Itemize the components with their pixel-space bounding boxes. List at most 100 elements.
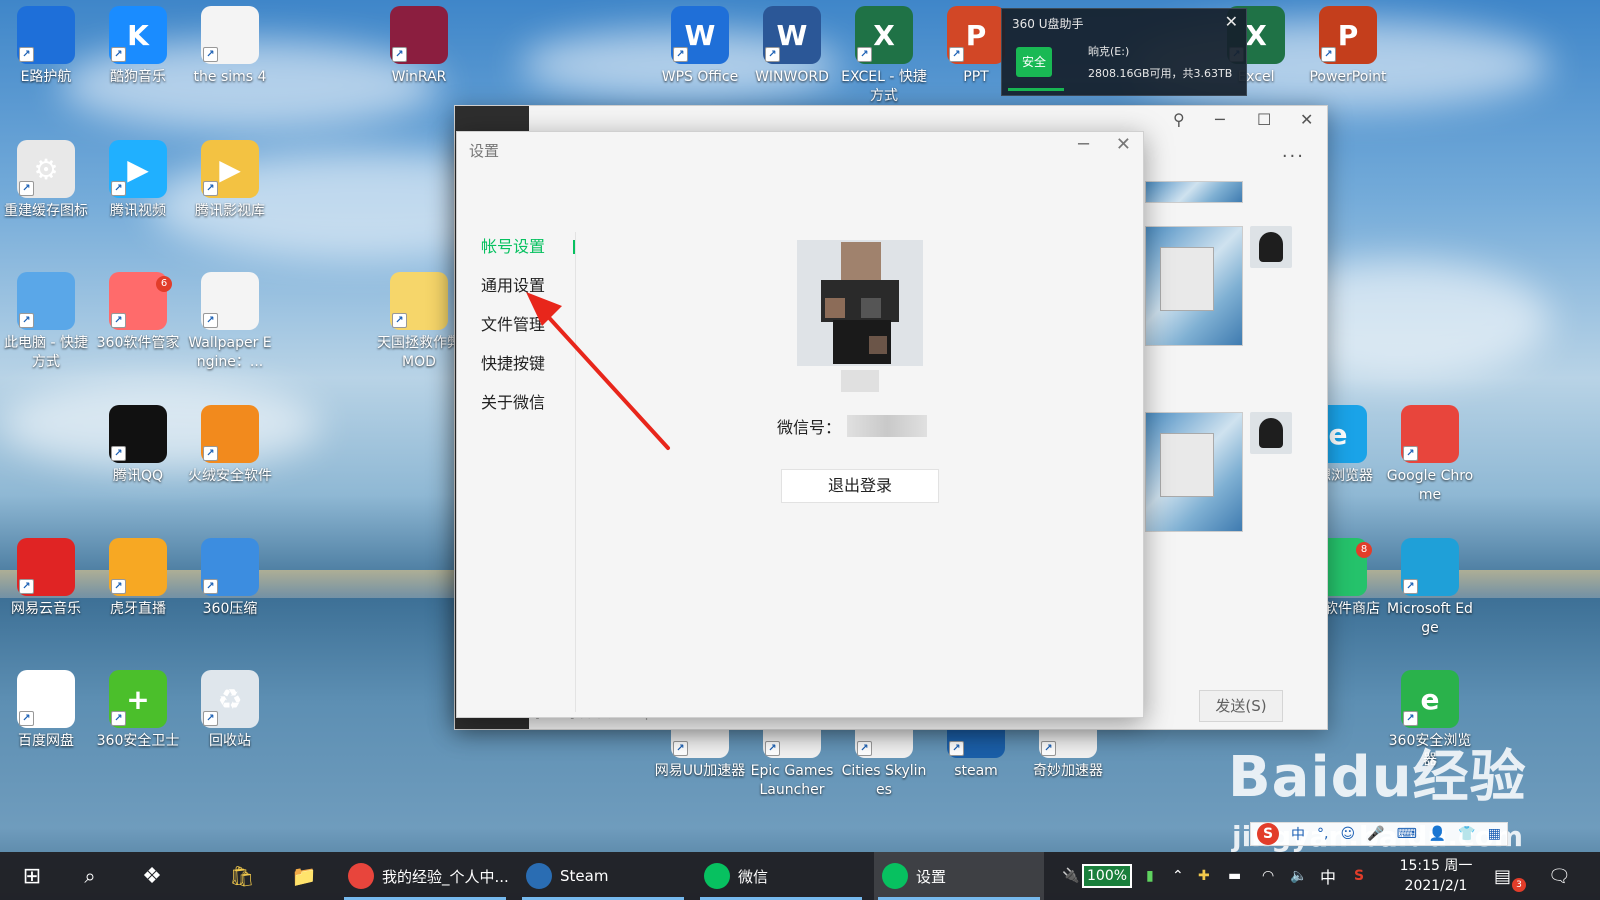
more-icon[interactable]: ··· <box>1282 146 1305 167</box>
desktop-icon[interactable]: + ↗ 360安全卫士 <box>92 670 184 751</box>
app-icon: P ↗ <box>947 6 1005 64</box>
shortcut-arrow-icon: ↗ <box>1403 711 1418 726</box>
avatar[interactable] <box>1250 226 1292 268</box>
menu-item-about[interactable]: 关于微信 <box>481 390 545 429</box>
chevron-up-icon[interactable]: ⌃ <box>1172 852 1184 900</box>
file-explorer-icon[interactable]: 📁 <box>284 852 324 900</box>
desktop-icon[interactable]: W ↗ WINWORD <box>746 6 838 87</box>
search-icon[interactable]: ⌕ <box>70 852 110 900</box>
grid-icon[interactable]: ▦ <box>1488 826 1501 842</box>
minimize-icon[interactable]: ─ <box>1215 110 1225 129</box>
desktop-icon-label: 百度网盘 <box>18 733 74 749</box>
sogou-tray-icon[interactable]: S <box>1354 852 1364 900</box>
menu-item-files[interactable]: 文件管理 <box>481 312 545 351</box>
desktop-icon-label: 天国拯救作弊MOD <box>377 335 461 370</box>
taskbar-app-wechat[interactable]: 微信 <box>696 852 866 900</box>
desktop-icon[interactable]: ↗ Wallpaper Engine：... <box>184 272 276 372</box>
desktop-icon[interactable]: ↗ 虎牙直播 <box>92 538 184 619</box>
usb-drive-icon[interactable]: ▬ <box>1228 852 1241 900</box>
minimize-icon[interactable]: ─ <box>1078 134 1089 155</box>
desktop-icon-label: 回收站 <box>209 733 251 749</box>
ime-toolbar[interactable]: S 中 °, ☺ 🎤 ⌨ 👤 👕 ▦ <box>1250 822 1508 846</box>
desktop-icon[interactable]: ↗ 天国拯救作弊MOD <box>373 272 465 372</box>
settings-dialog[interactable]: 设置 ─ ✕ 帐号设置 通用设置 文件管理 快捷按键 关于微信 微信号： 退出登… <box>456 131 1144 718</box>
wifi-icon[interactable]: ◠ <box>1262 852 1274 900</box>
chat-image-thumbnail[interactable] <box>1145 226 1243 346</box>
store-icon[interactable]: 🛍 <box>222 852 262 900</box>
chat-image-thumbnail[interactable] <box>1145 181 1243 203</box>
baidu-watermark: Baidu经验 jingyan.baidu.com <box>1228 732 1527 853</box>
desktop-icon[interactable]: ↗ 火绒安全软件 <box>184 405 276 486</box>
emoji-icon[interactable]: ☺ <box>1341 826 1356 842</box>
desktop-icon[interactable]: ▶ ↗ 腾讯影视库 <box>184 140 276 221</box>
wechat-icon <box>704 863 730 889</box>
close-icon[interactable]: ✕ <box>1116 134 1131 155</box>
shortcut-arrow-icon: ↗ <box>111 47 126 62</box>
desktop-icon[interactable]: ▶ ↗ 腾讯视频 <box>92 140 184 221</box>
punctuation-icon[interactable]: °, <box>1317 826 1328 842</box>
volume-icon[interactable]: 🔈 <box>1290 852 1307 900</box>
desktop-icon[interactable]: P ↗ PowerPoint <box>1302 6 1394 87</box>
action-center-icon[interactable]: 🗨 <box>1548 852 1571 900</box>
shortcut-arrow-icon: ↗ <box>203 446 218 461</box>
avatar[interactable] <box>1250 412 1292 454</box>
microphone-icon[interactable]: 🎤 <box>1367 826 1384 842</box>
close-icon[interactable]: ✕ <box>1225 12 1238 31</box>
shortcut-arrow-icon: ↗ <box>203 47 218 62</box>
pin-icon[interactable]: ⚲ <box>1173 110 1185 129</box>
desktop-icon[interactable]: ↗ 360压缩 <box>184 538 276 619</box>
shortcut-arrow-icon: ↗ <box>1041 741 1056 756</box>
send-button[interactable]: 发送(S) <box>1199 690 1283 722</box>
taskbar-app-settings[interactable]: 设置 <box>874 852 1044 900</box>
ime-mode[interactable]: 中 <box>1291 824 1305 844</box>
desktop-icon[interactable]: ↗ 此电脑 - 快捷方式 <box>0 272 92 372</box>
notification-icon[interactable]: ▤ <box>1494 852 1511 900</box>
chat-image-thumbnail[interactable] <box>1145 412 1243 532</box>
close-icon[interactable]: ✕ <box>1300 110 1313 129</box>
360-tray-icon[interactable]: ✚ <box>1198 852 1210 900</box>
taskbar-app-chrome[interactable]: 我的经验_个人中... <box>340 852 510 900</box>
desktop-icon[interactable]: ↗ E路护航 <box>0 6 92 87</box>
desktop-icon[interactable]: ⚙ ↗ 重建缓存图标 <box>0 140 92 221</box>
taskbar-app-steam[interactable]: Steam <box>518 852 688 900</box>
battery-indicator[interactable]: 100% <box>1082 852 1133 900</box>
desktop-icon[interactable]: ↗ 百度网盘 <box>0 670 92 751</box>
desktop-icon[interactable]: ↗ 网易云音乐 <box>0 538 92 619</box>
menu-item-general[interactable]: 通用设置 <box>481 273 545 312</box>
desktop-icon[interactable]: ♻ ↗ 回收站 <box>184 670 276 751</box>
app-icon: ↗ <box>1401 538 1459 596</box>
shortcut-arrow-icon: ↗ <box>19 579 34 594</box>
desktop-icon[interactable]: K ↗ 酷狗音乐 <box>92 6 184 87</box>
task-view-icon[interactable]: ❖ <box>132 852 172 900</box>
drive-name: 晌克(E:) <box>1088 45 1130 58</box>
windows-start-icon[interactable]: ⊞ <box>12 852 52 900</box>
ime-indicator[interactable]: 中 <box>1320 852 1336 900</box>
menu-item-account[interactable]: 帐号设置 <box>481 234 575 273</box>
desktop-icon[interactable]: W ↗ WPS Office <box>654 6 746 87</box>
clock[interactable]: 15:15 周一 2021/2/1 <box>1396 856 1476 896</box>
battery-status-icon[interactable]: ▮ <box>1146 852 1154 900</box>
app-icon: ⚙ ↗ <box>17 140 75 198</box>
desktop-icon[interactable]: ↗ WinRAR <box>373 6 465 87</box>
desktop-icon[interactable]: X ↗ EXCEL - 快捷方式 <box>838 6 930 106</box>
desktop-icon[interactable]: ↗ the sims 4 <box>184 6 276 87</box>
desktop-icon[interactable]: ↗ Google Chrome <box>1384 405 1476 505</box>
shortcut-arrow-icon: ↗ <box>19 711 34 726</box>
keyboard-icon[interactable]: ⌨ <box>1397 826 1417 842</box>
user-icon[interactable]: 👤 <box>1429 826 1446 842</box>
menu-item-shortcuts[interactable]: 快捷按键 <box>481 351 545 390</box>
shirt-icon[interactable]: 👕 <box>1458 826 1475 842</box>
app-icon: W ↗ <box>763 6 821 64</box>
shortcut-arrow-icon: ↗ <box>857 47 872 62</box>
usb-helper-popup[interactable]: 360 U盘助手 ✕ 安全 晌克(E:) 2808.16GB可用，共3.63TB <box>1001 8 1247 96</box>
desktop-icon[interactable]: ↗ Microsoft Edge <box>1384 538 1476 638</box>
profile-avatar[interactable] <box>797 240 923 366</box>
desktop-icon[interactable]: ↗ 腾讯QQ <box>92 405 184 486</box>
power-icon[interactable]: 🔌 <box>1062 852 1079 900</box>
sogou-icon[interactable]: S <box>1257 823 1279 845</box>
shortcut-arrow-icon: ↗ <box>111 579 126 594</box>
maximize-icon[interactable]: ☐ <box>1257 110 1271 129</box>
logout-button[interactable]: 退出登录 <box>781 469 939 503</box>
dialog-title: 设置 <box>469 142 500 160</box>
shortcut-arrow-icon: ↗ <box>949 741 964 756</box>
